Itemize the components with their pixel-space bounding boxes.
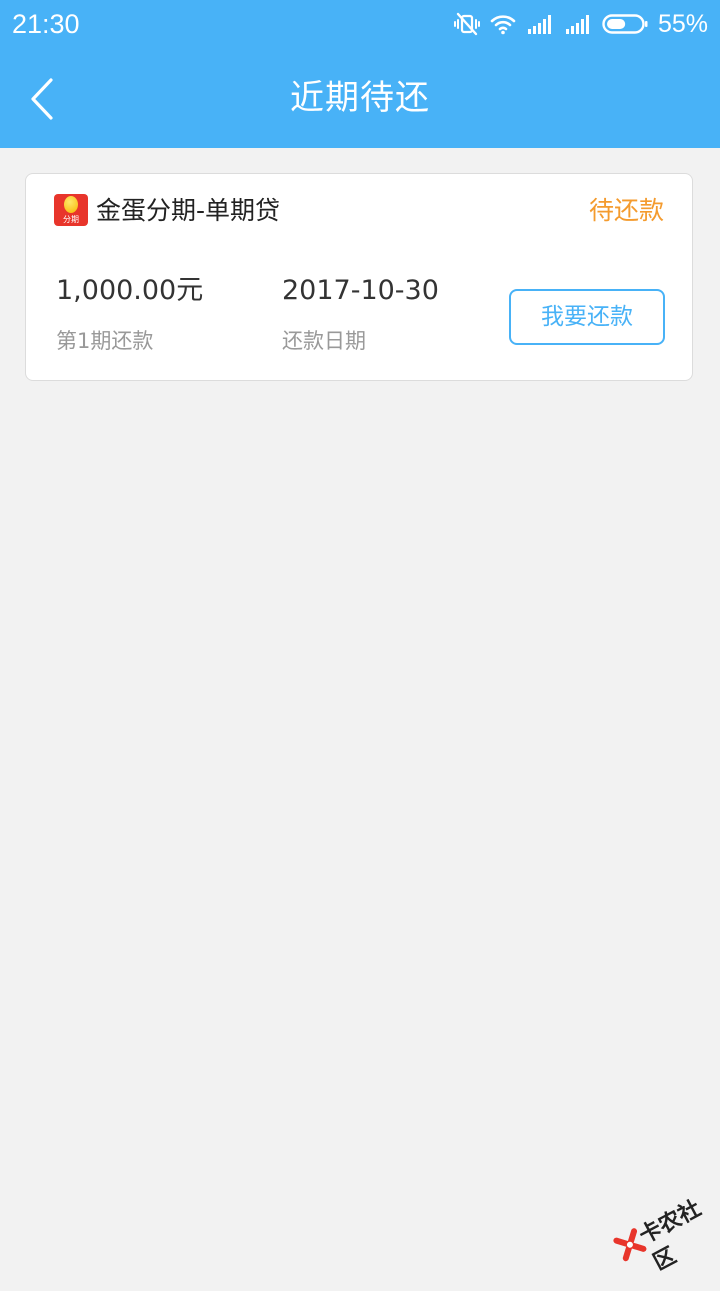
page-header: 近期待还 xyxy=(0,48,720,148)
logo-text: 分期 xyxy=(63,215,79,224)
status-bar: 21:30 55% xyxy=(0,0,720,48)
signal-icon xyxy=(565,15,589,34)
repayment-card: 分期 金蛋分期-单期贷 待还款 1,000.00元 第1期还款 2017-10-… xyxy=(25,173,693,381)
status-badge: 待还款 xyxy=(588,196,664,225)
repayment-amount: 1,000.00元 xyxy=(56,275,204,306)
status-icons: 55% xyxy=(453,9,708,39)
watermark: 卡农社区 xyxy=(602,1168,720,1281)
date-label: 还款日期 xyxy=(282,329,366,353)
vibrate-off-icon xyxy=(453,12,480,36)
watermark-text: 卡农社区 xyxy=(635,1196,706,1276)
golden-egg-icon xyxy=(64,196,78,213)
battery-percent: 55% xyxy=(657,10,708,38)
page-title: 近期待还 xyxy=(290,78,430,118)
status-time: 21:30 xyxy=(12,9,80,39)
repay-button[interactable]: 我要还款 xyxy=(509,289,665,345)
top-bar: 21:30 55% 近期待还 xyxy=(0,0,720,148)
product-logo: 分期 xyxy=(54,194,88,226)
installment-label: 第1期还款 xyxy=(56,329,154,353)
repayment-date: 2017-10-30 xyxy=(282,275,439,306)
wifi-icon xyxy=(490,15,516,35)
battery-icon xyxy=(602,14,648,34)
signal-icon xyxy=(527,15,551,34)
product-name: 金蛋分期-单期贷 xyxy=(96,196,281,225)
